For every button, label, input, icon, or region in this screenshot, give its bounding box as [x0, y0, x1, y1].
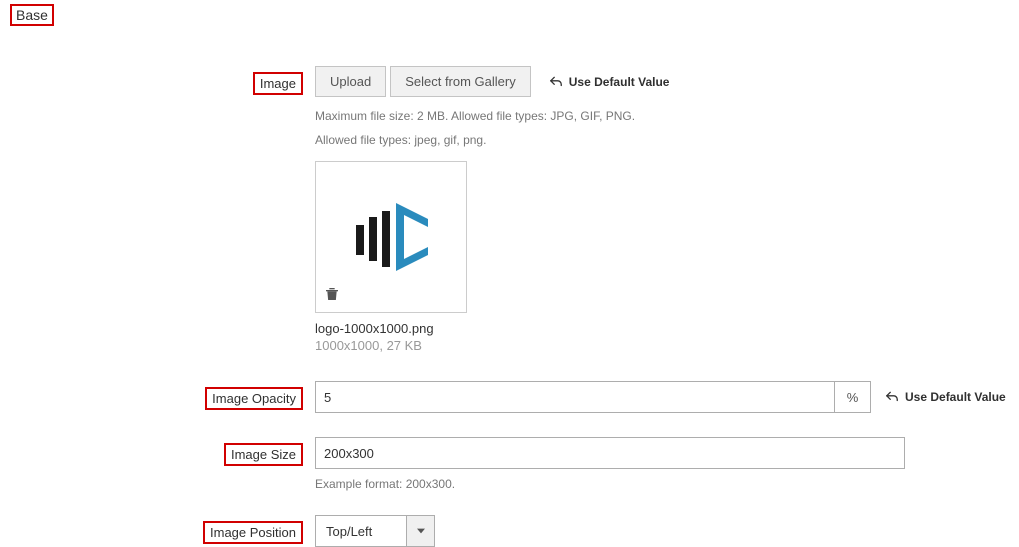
size-helper: Example format: 200x300. [315, 477, 455, 491]
delete-image-button[interactable] [324, 285, 340, 306]
upload-button[interactable]: Upload [315, 66, 386, 97]
image-use-default[interactable]: Use Default Value [549, 75, 670, 89]
opacity-input[interactable] [315, 381, 835, 413]
undo-icon [549, 75, 563, 89]
image-preview[interactable] [315, 161, 467, 313]
image-helper-1: Maximum file size: 2 MB. Allowed file ty… [315, 109, 635, 123]
size-input[interactable] [315, 437, 905, 469]
trash-icon [324, 285, 340, 303]
label-image-highlight: Image [253, 72, 303, 95]
opacity-use-default-text: Use Default Value [905, 390, 1006, 404]
image-filename: logo-1000x1000.png [315, 321, 434, 336]
chevron-down-icon [417, 527, 425, 535]
image-use-default-text: Use Default Value [569, 75, 670, 89]
position-caret [406, 516, 434, 546]
position-select[interactable]: Top/Left [315, 515, 435, 547]
undo-icon [885, 390, 899, 404]
label-image: Image [260, 76, 296, 91]
image-filemeta: 1000x1000, 27 KB [315, 338, 422, 353]
label-size-highlight: Image Size [224, 443, 303, 466]
label-position: Image Position [210, 525, 296, 540]
section-title-highlight: Base [10, 4, 54, 26]
image-helper-2: Allowed file types: jpeg, gif, png. [315, 133, 486, 147]
label-size: Image Size [231, 447, 296, 462]
label-opacity-highlight: Image Opacity [205, 387, 303, 410]
opacity-use-default[interactable]: Use Default Value [885, 390, 1006, 404]
label-opacity: Image Opacity [212, 391, 296, 406]
logo-icon [346, 197, 436, 277]
opacity-suffix: % [835, 381, 871, 413]
position-selected: Top/Left [316, 516, 406, 546]
section-title: Base [16, 7, 48, 23]
label-position-highlight: Image Position [203, 521, 303, 544]
select-gallery-button[interactable]: Select from Gallery [390, 66, 531, 97]
